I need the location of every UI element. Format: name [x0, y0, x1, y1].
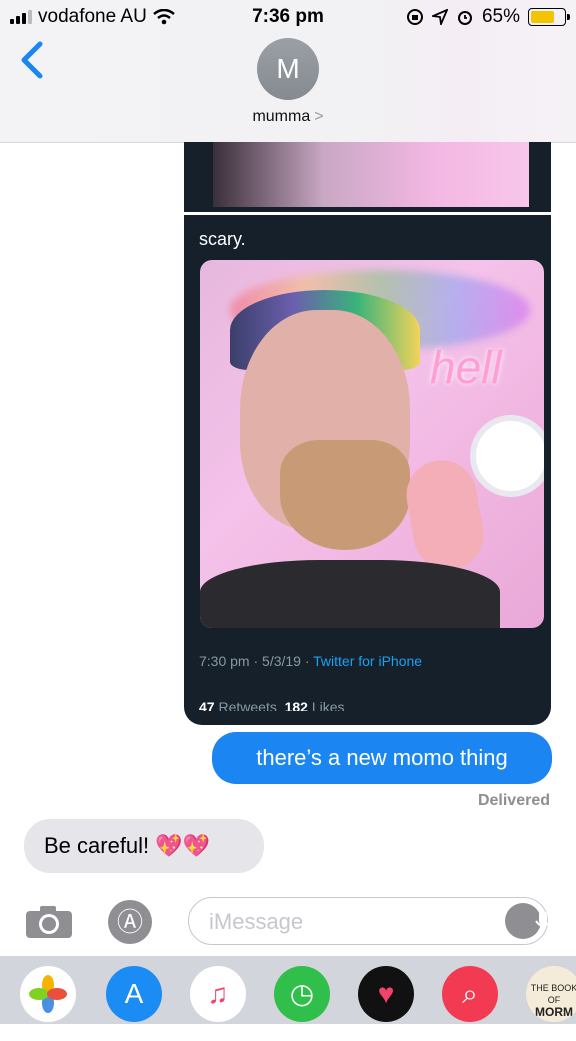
status-bar: vodafone AU 7:36 pm 65% — [0, 0, 576, 36]
received-message-bubble[interactable]: Be careful! 💖💖 — [24, 819, 264, 873]
contact-name: mumma — [252, 108, 311, 125]
tweet-source-link[interactable]: Twitter for iPhone — [313, 653, 422, 669]
tweet-timestamp: 7:30 pm · 5/3/19 · — [199, 653, 314, 669]
book-label-top: THE BOOK OF — [530, 983, 576, 1005]
rotary-phone-image — [470, 415, 544, 497]
tweet-photo[interactable]: hell — [200, 260, 544, 628]
contact-avatar[interactable]: M — [257, 38, 319, 100]
retweets-label: Retweets — [218, 699, 277, 711]
neon-sign-image: hell — [430, 341, 502, 393]
book-label: MORM — [535, 1005, 573, 1019]
heart-app-icon[interactable]: ♥ — [358, 966, 414, 1022]
likes-label: Likes — [311, 699, 345, 711]
message-composer: Ⓐ iMessage — [0, 892, 576, 956]
likes-count: 182 — [284, 699, 308, 711]
previous-tweet-image[interactable] — [184, 142, 551, 212]
tweet-stats: 47 Retweets 182 Likes — [199, 699, 345, 711]
tweet-meta: 7:30 pm · 5/3/19 · Twitter for iPhone — [199, 653, 422, 669]
app-drawer: A ♫ ◷ ♥ ⌕ THE BOOK OF MORM — [0, 956, 576, 1024]
music-app-icon[interactable]: ♫ — [190, 966, 246, 1022]
orientation-lock-icon — [406, 9, 423, 25]
book-of-mormon-app-icon[interactable]: THE BOOK OF MORM — [526, 966, 576, 1022]
retweets-count: 47 — [199, 699, 215, 711]
back-chevron-icon[interactable] — [18, 40, 48, 80]
sent-message-bubble[interactable]: there’s a new momo thing — [212, 732, 552, 784]
camera-icon[interactable] — [24, 904, 74, 940]
tweet-text: scary. — [199, 229, 246, 249]
imessage-input[interactable]: iMessage — [188, 897, 551, 945]
tweet-card[interactable]: scary. hell 7:30 pm · 5/3/19 · Twitter f… — [184, 215, 551, 725]
delivered-status: Delivered — [477, 792, 550, 809]
input-placeholder: iMessage — [209, 909, 304, 934]
contact-name-button[interactable]: mumma > — [0, 108, 576, 126]
photos-app-icon[interactable] — [20, 966, 76, 1022]
app-store-app-icon[interactable]: A — [106, 966, 162, 1022]
battery-icon — [528, 8, 570, 26]
location-icon — [431, 9, 448, 25]
battery-percent: 65% — [481, 6, 520, 27]
clock-app-icon[interactable]: ◷ — [274, 966, 330, 1022]
app-store-icon[interactable]: Ⓐ — [108, 900, 152, 944]
search-app-icon[interactable]: ⌕ — [442, 966, 498, 1022]
microphone-icon[interactable] — [505, 903, 551, 939]
alarm-icon — [457, 11, 472, 25]
chevron-right-icon: > — [314, 108, 324, 125]
